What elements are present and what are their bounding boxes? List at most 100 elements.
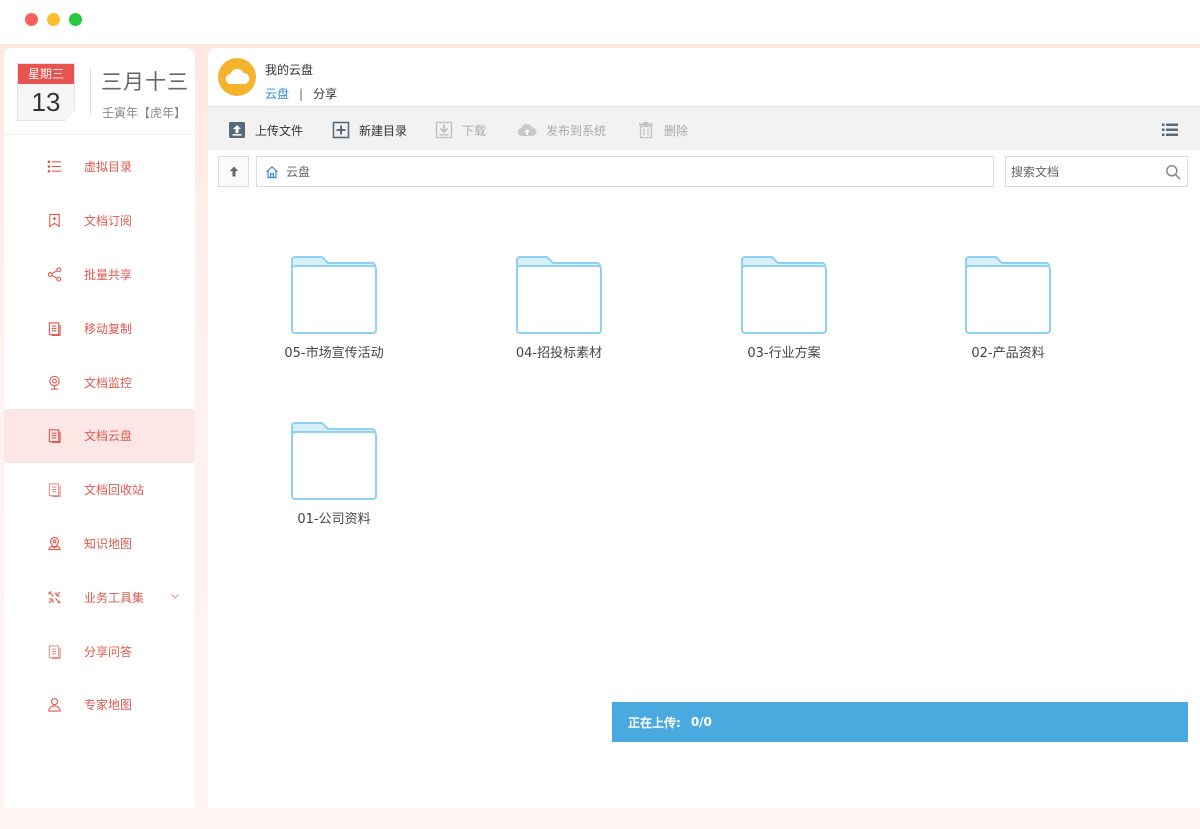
maximize-window-button[interactable] bbox=[69, 13, 82, 26]
upload-status-bar: 正在上传: 0/0 bbox=[612, 702, 1188, 742]
publish-label: 发布到系统 bbox=[546, 123, 607, 138]
path-current: 云盘 bbox=[286, 165, 311, 179]
user-icon bbox=[46, 697, 62, 713]
trash-icon bbox=[637, 121, 655, 139]
folder-name: 03-行业方案 bbox=[747, 346, 821, 361]
upload-label: 上传文件 bbox=[255, 123, 304, 138]
folder-icon bbox=[291, 256, 377, 334]
sidebar-item-label: 文档订阅 bbox=[84, 214, 133, 229]
publish-button[interactable]: 发布到系统 bbox=[517, 121, 606, 139]
sidebar-item-label: 业务工具集 bbox=[84, 590, 145, 605]
folder-icon bbox=[741, 256, 827, 334]
sidebar-item-label: 虚拟目录 bbox=[84, 160, 133, 175]
lunar-year: 壬寅年【虎年】 bbox=[102, 106, 187, 120]
path-bar: 云盘 bbox=[218, 156, 994, 187]
header-tabs: 云盘 | 分享 bbox=[265, 85, 337, 102]
webcam-icon bbox=[46, 374, 62, 390]
sidebar-item-expert-map[interactable]: 专家地图 bbox=[4, 678, 195, 732]
folder-icon bbox=[291, 422, 377, 500]
search-input[interactable] bbox=[1006, 157, 1156, 186]
sidebar-item-label: 专家地图 bbox=[84, 698, 133, 713]
new-folder-button[interactable]: 新建目录 bbox=[332, 121, 407, 139]
folder-name: 05-市场宣传活动 bbox=[284, 346, 384, 361]
upload-status-count: 0/0 bbox=[690, 715, 712, 729]
sidebar-item-label: 文档云盘 bbox=[84, 429, 133, 444]
document-icon bbox=[46, 320, 62, 336]
panel-header: 我的云盘 云盘 | 分享 bbox=[208, 48, 1200, 106]
upload-icon bbox=[228, 121, 246, 139]
cloud-upload-icon bbox=[517, 121, 537, 139]
window-titlebar bbox=[0, 0, 1200, 44]
bookmark-icon bbox=[46, 213, 62, 229]
page-title: 我的云盘 bbox=[265, 63, 314, 77]
folder-name: 04-招投标素材 bbox=[515, 346, 603, 361]
download-icon bbox=[435, 121, 453, 139]
sidebar-item-label: 知识地图 bbox=[84, 536, 133, 551]
date-separator bbox=[4, 134, 195, 135]
folder-item[interactable]: 03-行业方案 bbox=[714, 256, 854, 366]
calendar-icon: 星期三 13 bbox=[17, 63, 75, 121]
calendar-page-fold bbox=[65, 111, 75, 121]
folder-item[interactable]: 04-招投标素材 bbox=[489, 256, 629, 366]
tab-cloud[interactable]: 云盘 bbox=[265, 85, 289, 102]
sidebar-item-business-tools[interactable]: 业务工具集 bbox=[4, 570, 195, 624]
search-icon[interactable] bbox=[1165, 164, 1181, 180]
up-directory-button[interactable] bbox=[218, 156, 249, 187]
new-folder-label: 新建目录 bbox=[359, 123, 408, 138]
lunar-date: 三月十三 bbox=[101, 70, 189, 94]
tab-share[interactable]: 分享 bbox=[313, 85, 337, 102]
calendar-weekday: 星期三 bbox=[18, 64, 74, 84]
folder-item[interactable]: 05-市场宣传活动 bbox=[264, 256, 404, 366]
download-button[interactable]: 下载 bbox=[435, 121, 486, 139]
list-icon bbox=[46, 159, 62, 175]
delete-label: 删除 bbox=[664, 123, 689, 138]
folder-name: 01-公司资料 bbox=[297, 512, 371, 527]
folder-icon bbox=[516, 256, 602, 334]
sidebar-item-document-cloud[interactable]: 文档云盘 bbox=[4, 408, 195, 463]
date-divider bbox=[90, 68, 91, 114]
sidebar: 虚拟目录 文档订阅 批量共享 移动复制 文档监控 文档云盘 文档回收站 知识地图… bbox=[4, 48, 195, 808]
sidebar-nav: 虚拟目录 文档订阅 批量共享 移动复制 文档监控 文档云盘 文档回收站 知识地图… bbox=[4, 114, 195, 732]
close-window-button[interactable] bbox=[25, 13, 38, 26]
sidebar-item-label: 移动复制 bbox=[84, 321, 133, 336]
upload-file-button[interactable]: 上传文件 bbox=[228, 121, 303, 139]
sidebar-item-label: 分享问答 bbox=[84, 644, 133, 659]
sidebar-item-recycle-bin[interactable]: 文档回收站 bbox=[4, 463, 195, 517]
path-field[interactable]: 云盘 bbox=[256, 156, 994, 187]
search-box bbox=[1005, 156, 1188, 187]
sidebar-item-share-qa[interactable]: 分享问答 bbox=[4, 624, 195, 678]
sidebar-item-virtual-directory[interactable]: 虚拟目录 bbox=[4, 140, 195, 194]
main-panel: 我的云盘 云盘 | 分享 上传文件 新建目录 下载 发布到系统 删除 云盘 搜索… bbox=[208, 48, 1200, 808]
tab-separator: | bbox=[299, 86, 304, 101]
minimize-window-button[interactable] bbox=[47, 13, 60, 26]
document-stack-icon bbox=[46, 482, 62, 498]
arrow-up-icon bbox=[229, 166, 238, 177]
document-stack-icon bbox=[46, 643, 62, 659]
sidebar-item-knowledge-map[interactable]: 知识地图 bbox=[4, 517, 195, 571]
home-icon bbox=[266, 165, 278, 178]
sidebar-item-move-copy[interactable]: 移动复制 bbox=[4, 301, 195, 355]
add-folder-icon bbox=[332, 121, 350, 139]
sidebar-item-batch-share[interactable]: 批量共享 bbox=[4, 248, 195, 302]
sidebar-item-label: 文档监控 bbox=[84, 375, 133, 390]
sidebar-item-label: 文档回收站 bbox=[84, 483, 145, 498]
cloud-logo-icon bbox=[218, 58, 256, 96]
document-icon bbox=[46, 428, 62, 444]
sidebar-item-document-monitor[interactable]: 文档监控 bbox=[4, 355, 195, 409]
date-widget: 星期三 13 三月十三 壬寅年【虎年】 bbox=[4, 48, 195, 135]
share-icon bbox=[46, 266, 62, 282]
toolbar: 上传文件 新建目录 下载 发布到系统 删除 bbox=[208, 106, 1200, 150]
sidebar-item-label: 批量共享 bbox=[84, 267, 133, 282]
folder-icon bbox=[965, 256, 1051, 334]
folder-item[interactable]: 01-公司资料 bbox=[264, 422, 404, 532]
sidebar-item-document-subscription[interactable]: 文档订阅 bbox=[4, 194, 195, 248]
map-pin-icon bbox=[46, 535, 62, 551]
download-label: 下载 bbox=[462, 123, 487, 138]
chevron-down-icon[interactable] bbox=[170, 591, 180, 601]
folder-name: 02-产品资料 bbox=[971, 346, 1045, 361]
folder-item[interactable]: 02-产品资料 bbox=[938, 256, 1078, 366]
tools-icon bbox=[46, 589, 62, 605]
delete-button[interactable]: 删除 bbox=[637, 121, 688, 139]
list-view-icon[interactable] bbox=[1162, 123, 1178, 137]
upload-status-label: 正在上传: bbox=[628, 715, 681, 730]
